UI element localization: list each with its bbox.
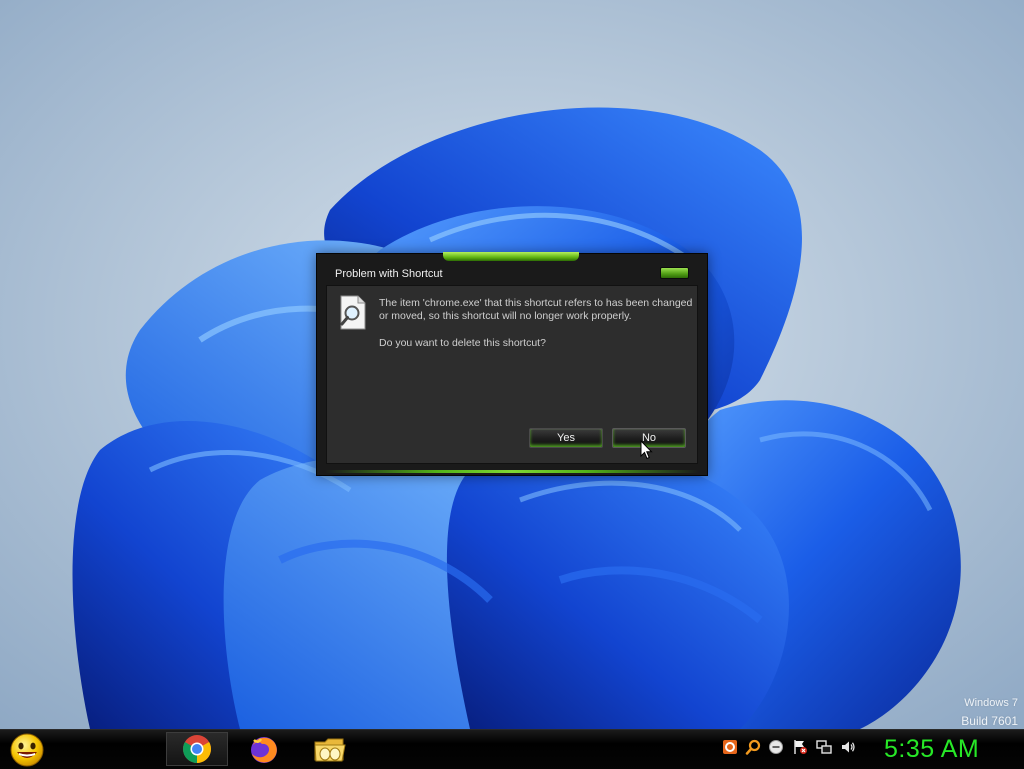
watermark-os-name: Windows 7 <box>964 697 1018 709</box>
document-magnifier-icon <box>340 295 366 330</box>
mouse-pointer-icon <box>640 440 653 460</box>
dialog-close-button[interactable] <box>660 267 689 279</box>
watermark-build: Build 7601 <box>961 714 1018 728</box>
action-center-flag-icon[interactable] <box>792 739 808 755</box>
dialog-top-glow <box>443 252 579 261</box>
dialog-message: The item 'chrome.exe' that this shortcut… <box>379 297 693 322</box>
network-icon[interactable] <box>816 739 832 755</box>
chrome-icon <box>183 735 211 763</box>
smiley-start-icon[interactable] <box>6 731 48 768</box>
taskbar-clock[interactable]: 5:35 AM <box>884 733 979 765</box>
yes-button[interactable]: Yes <box>529 428 603 448</box>
dialog-title: Problem with Shortcut <box>335 268 443 280</box>
messenger-icon[interactable] <box>768 739 784 755</box>
dialog-question: Do you want to delete this shortcut? <box>379 337 546 349</box>
avast-icon[interactable] <box>722 739 738 755</box>
dialog-content: The item 'chrome.exe' that this shortcut… <box>326 285 698 464</box>
os-watermark: Windows 7 Build 7601 <box>961 694 1018 729</box>
taskbar: 5:35 AM <box>0 729 1024 769</box>
taskbar-item-firefox[interactable] <box>233 732 295 766</box>
taskbar-item-chrome[interactable] <box>166 732 228 766</box>
search-icon[interactable] <box>745 739 761 755</box>
firefox-icon <box>251 737 277 763</box>
folder-icon <box>314 738 346 762</box>
dialog-bottom-glow <box>325 470 699 473</box>
taskbar-item-explorer[interactable] <box>299 732 361 766</box>
volume-icon[interactable] <box>840 739 856 755</box>
